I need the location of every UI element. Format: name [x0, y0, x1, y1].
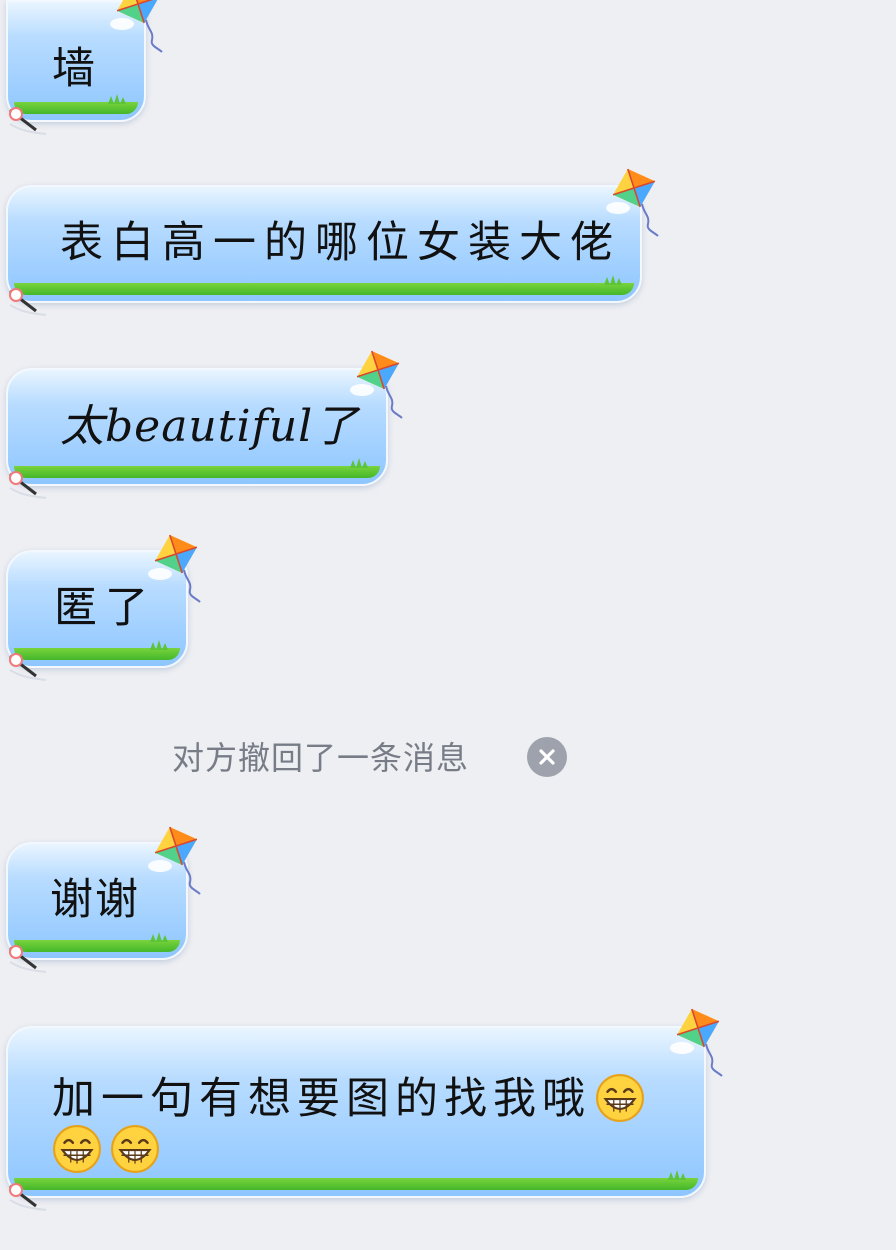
kite-icon: [604, 166, 666, 238]
grass-decoration: [14, 1178, 698, 1190]
ribbon-icon: [6, 650, 52, 684]
kite-icon: [668, 1006, 730, 1078]
ribbon-icon: [6, 942, 52, 976]
grass-tuft-icon: [150, 640, 168, 650]
ribbon-icon: [6, 1180, 52, 1214]
ribbon-icon: [6, 468, 52, 502]
ribbon-icon: [6, 285, 52, 319]
grass-decoration: [14, 466, 380, 478]
message-text: 匿了: [54, 583, 156, 634]
ribbon-icon: [6, 104, 52, 138]
grinning-face-emoji-icon: [52, 1124, 102, 1174]
grass-tuft-icon: [108, 94, 126, 104]
message-bubble-3[interactable]: 太beautiful了: [6, 368, 388, 486]
message-text: 谢谢: [50, 875, 140, 926]
grinning-face-emoji-icon: [595, 1073, 645, 1123]
kite-icon: [108, 0, 170, 54]
message-text: 表白高一的哪位女装大佬: [60, 218, 621, 269]
grass-tuft-icon: [668, 1170, 686, 1180]
recall-notice: 对方撤回了一条消息: [172, 739, 470, 777]
grass-decoration: [14, 283, 634, 295]
message-text: 太beautiful了: [60, 400, 359, 452]
message-text: 加一句有想要图的找我哦: [52, 1074, 591, 1124]
grass-tuft-icon: [350, 458, 368, 468]
kite-icon: [146, 532, 208, 604]
message-text: 墙: [52, 44, 103, 95]
kite-icon: [348, 348, 410, 420]
message-bubble-6[interactable]: 加一句有想要图的找我哦: [6, 1026, 706, 1198]
grass-tuft-icon: [604, 275, 622, 285]
close-icon[interactable]: [527, 737, 567, 777]
message-bubble-2[interactable]: 表白高一的哪位女装大佬: [6, 185, 642, 303]
kite-icon: [146, 824, 208, 896]
grass-tuft-icon: [150, 932, 168, 942]
grinning-face-emoji-icon: [110, 1124, 160, 1174]
